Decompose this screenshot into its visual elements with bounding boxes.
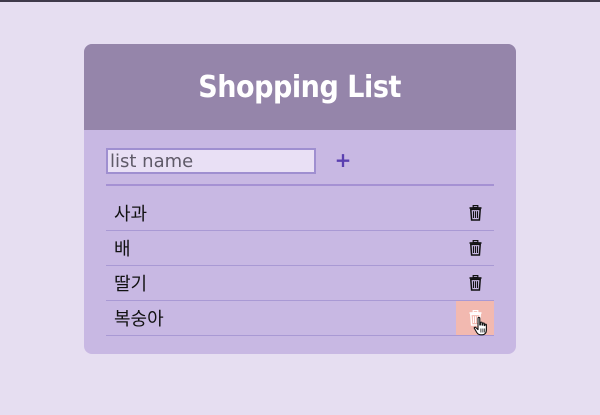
- shopping-list-card: Shopping List + 사과 배: [84, 44, 516, 354]
- card-header: Shopping List: [84, 44, 516, 130]
- delete-item-button[interactable]: [456, 231, 494, 265]
- item-label: 배: [114, 239, 131, 260]
- list-item: 배: [106, 231, 494, 266]
- item-label: 복숭아: [114, 309, 164, 330]
- list-divider: [106, 184, 494, 186]
- list-item: 사과: [106, 196, 494, 231]
- window-top-border: [0, 0, 600, 2]
- add-item-button[interactable]: +: [332, 147, 354, 173]
- delete-item-button[interactable]: [456, 196, 494, 230]
- item-label: 사과: [114, 204, 148, 225]
- page-title: Shopping List: [198, 69, 402, 105]
- item-label: 딸기: [114, 274, 148, 295]
- list-name-input[interactable]: [106, 148, 316, 174]
- trash-icon: [469, 240, 482, 256]
- add-item-form: +: [106, 148, 494, 184]
- delete-item-button[interactable]: [456, 266, 494, 300]
- trash-icon: [469, 275, 482, 291]
- trash-icon: [469, 205, 482, 221]
- trash-icon: [469, 310, 482, 326]
- shopping-items-list: 사과 배 딸기 복숭아: [106, 196, 494, 336]
- list-item: 딸기: [106, 266, 494, 301]
- delete-item-button[interactable]: [456, 301, 494, 335]
- list-item: 복숭아: [106, 301, 494, 336]
